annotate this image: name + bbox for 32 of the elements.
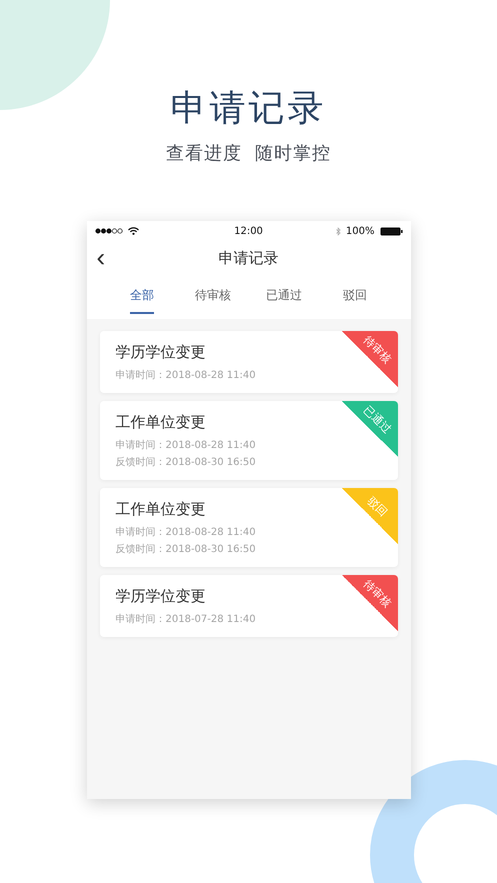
filter-tab[interactable]: 待审核	[178, 275, 248, 319]
subtitle: 查看进度 随时掌控	[166, 142, 332, 165]
screen-title: 申请记录	[218, 248, 278, 268]
record-title: 工作单位变更	[116, 500, 206, 519]
status-ribbon: 待审核	[342, 331, 398, 387]
filter-tab[interactable]: 已通过	[248, 275, 320, 319]
battery-icon	[380, 226, 403, 236]
record-title: 学历学位变更	[116, 587, 206, 606]
record-title: 学历学位变更	[116, 343, 206, 362]
record-title: 工作单位变更	[116, 413, 206, 432]
battery-percent: 100%	[346, 226, 375, 236]
status-ribbon: 驳回	[342, 488, 398, 544]
headline: 申请记录	[170, 87, 326, 131]
record-card[interactable]: 工作单位变更 申请时间：2018-08-28 11:40 反馈时间：2018-08-30 16:50 已通过	[100, 401, 398, 480]
status-ribbon: 待审核	[342, 575, 398, 631]
filter-tab[interactable]: 全部	[106, 275, 178, 319]
record-time: 申请时间：2018-07-28 11:40	[116, 612, 256, 627]
record-time: 申请时间：2018-08-28 11:40	[116, 438, 256, 453]
record-card[interactable]: 学历学位变更 申请时间：2018-07-28 11:40 待审核	[100, 575, 398, 637]
status-time: 12:00	[234, 226, 263, 236]
status-ribbon: 已通过	[342, 401, 398, 457]
wifi-icon	[128, 227, 138, 235]
record-card[interactable]: 工作单位变更 申请时间：2018-08-28 11:40 反馈时间：2018-08-30 16:50 驳回	[100, 488, 398, 567]
record-time: 反馈时间：2018-08-30 16:50	[116, 456, 256, 470]
record-card[interactable]: 学历学位变更 申请时间：2018-08-28 11:40 待审核	[100, 331, 398, 393]
record-time: 申请时间：2018-08-28 11:40	[116, 368, 256, 383]
bluetooth-icon	[336, 226, 341, 236]
back-button[interactable]: ‹	[92, 243, 110, 271]
filter-tab[interactable]: 驳回	[320, 275, 390, 319]
record-time: 申请时间：2018-08-28 11:40	[116, 526, 256, 540]
record-time: 反馈时间：2018-08-30 16:50	[116, 542, 256, 557]
signal-icon	[94, 228, 122, 234]
